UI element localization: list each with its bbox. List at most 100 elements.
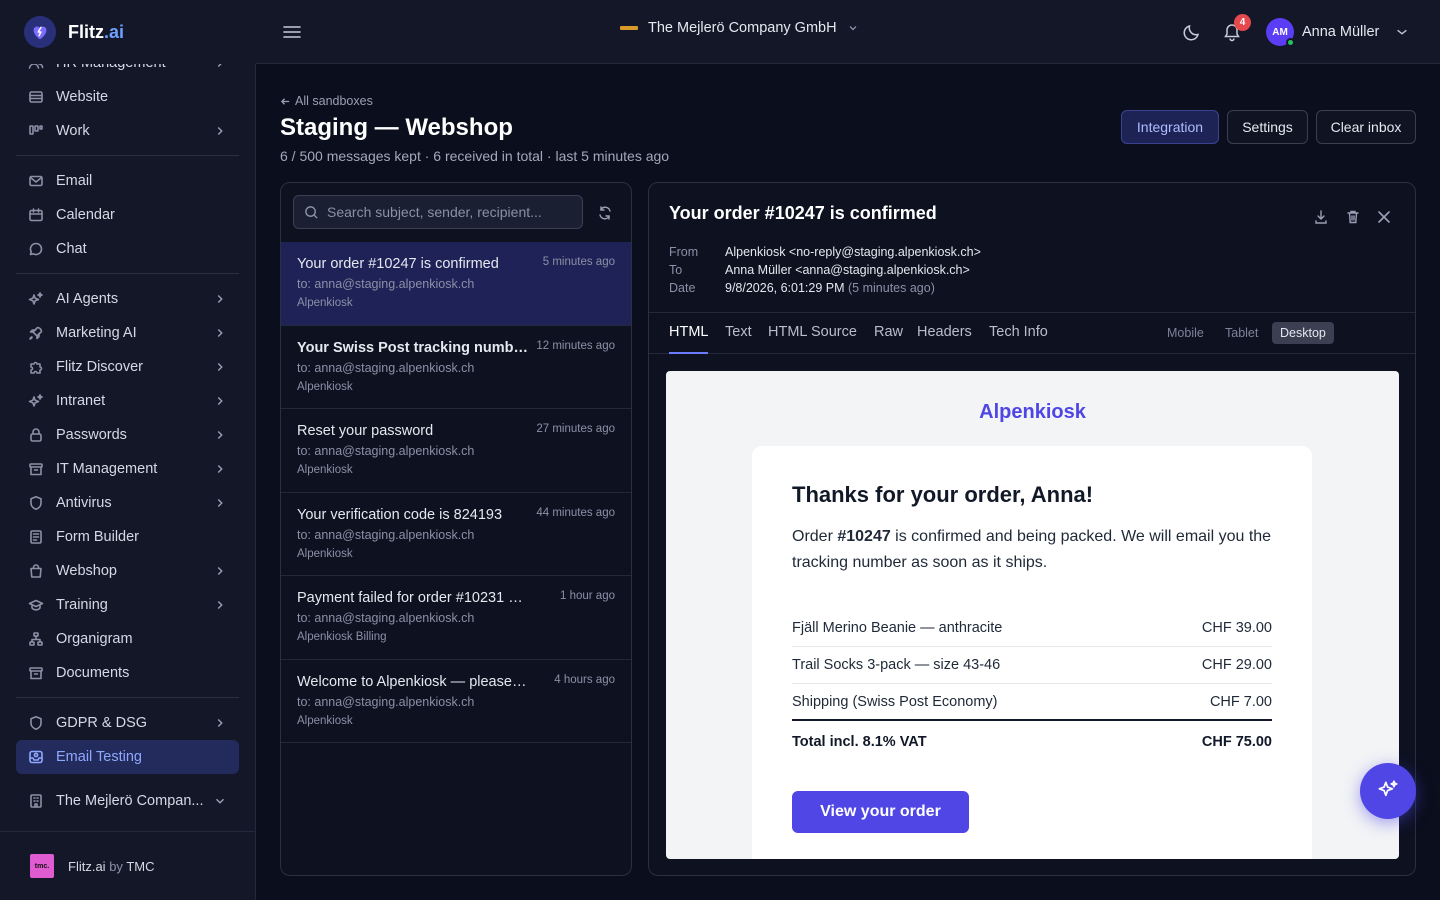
tab-html-source[interactable]: HTML Source	[768, 313, 857, 354]
order-line-item: Shipping (Swiss Post Economy) CHF 7.00	[792, 684, 1272, 721]
company-switcher-label: The Mejlerö Compan...	[56, 793, 204, 809]
lock-icon	[30, 428, 42, 442]
sparkles-icon	[28, 292, 43, 305]
preview-tabs: HTML Text HTML Source Raw Headers Tech Info Mo…	[649, 312, 1415, 354]
sidebar-item-label: GDPR & DSG	[56, 715, 148, 731]
sidebar-item-label: Form Builder	[56, 529, 139, 545]
close-preview-button[interactable]	[1376, 209, 1392, 225]
back-to-sandboxes-link[interactable]: All sandboxes	[280, 94, 373, 108]
sidebar-item-email[interactable]: Email	[16, 164, 239, 198]
sidebar-item-label: Marketing AI	[56, 325, 137, 341]
sidebar-item-intranet[interactable]: Intranet	[16, 384, 239, 418]
sidebar-item-marketing-ai[interactable]: Marketing AI	[16, 316, 239, 350]
sidebar-divider	[16, 273, 239, 274]
company-name: The Mejlerö Company GmbH	[648, 20, 837, 36]
tab-text[interactable]: Text	[725, 313, 752, 354]
mail-icon	[29, 175, 43, 187]
sidebar-item-passwords[interactable]: Passwords	[16, 418, 239, 452]
menu-toggle-button[interactable]	[282, 22, 302, 42]
sidebar-item-calendar[interactable]: Calendar	[16, 198, 239, 232]
message-subject: Your Swiss Post tracking number is ready	[297, 339, 529, 356]
message-subject: Your verification code is 824193	[297, 506, 503, 523]
download-button[interactable]	[1313, 209, 1329, 225]
sidebar-item-label: Training	[56, 597, 108, 613]
delete-button[interactable]	[1345, 209, 1361, 225]
chat-icon	[29, 242, 43, 256]
company-switcher[interactable]: The Mejlerö Compan...	[16, 784, 239, 818]
view-mode-desktop[interactable]: Desktop	[1272, 322, 1334, 344]
list-item[interactable]: Your order #10247 is confirmed 5 minutes …	[281, 242, 631, 326]
close-icon	[1378, 211, 1390, 223]
message-headers: From Alpenkiosk <no-reply@staging.alpenki…	[669, 243, 981, 297]
message-recipient: to: anna@staging.alpenkiosk.ch	[297, 277, 475, 291]
message-recipient: to: anna@staging.alpenkiosk.ch	[297, 694, 475, 709]
tab-headers[interactable]: Headers	[917, 313, 972, 354]
sidebar-item-label: Webshop	[56, 563, 117, 579]
view-mode-tablet[interactable]: Tablet	[1217, 322, 1266, 344]
avatar: AM	[1266, 18, 1295, 47]
chevron-right-icon	[217, 465, 223, 473]
sidebar-item-email-testing[interactable]: Email Testing	[16, 740, 239, 774]
email-card: Thanks for your order, Anna! Order #1024…	[752, 446, 1312, 859]
item-price: CHF 29.00	[1201, 657, 1272, 673]
search-box	[293, 195, 583, 229]
app-logo[interactable]: Flitz.ai	[0, 0, 256, 64]
clear-inbox-button[interactable]: Clear inbox	[1316, 110, 1416, 144]
integration-button[interactable]: Integration	[1121, 110, 1219, 144]
company-selector[interactable]: The Mejlerö Company GmbH	[620, 20, 859, 36]
message-sender: Alpenkiosk	[297, 547, 353, 560]
sparkles-icon	[1378, 780, 1398, 797]
user-menu[interactable]: AM Anna Müller	[1266, 18, 1409, 47]
company-logo	[620, 26, 638, 30]
sidebar-item-webshop[interactable]: Webshop	[16, 554, 239, 588]
sidebar-item-organigram[interactable]: Organigram	[16, 622, 239, 656]
view-order-button[interactable]: View your order	[792, 791, 969, 833]
email-heading: Thanks for your order, Anna!	[792, 482, 1094, 507]
refresh-button[interactable]	[597, 205, 613, 221]
sidebar-item-documents[interactable]: Documents	[16, 656, 239, 690]
search-input[interactable]	[327, 204, 567, 220]
total-label: Total incl. 8.1% VAT	[792, 734, 927, 750]
sidebar-item-form-builder[interactable]: Form Builder	[16, 520, 239, 554]
ai-assistant-button[interactable]	[1360, 763, 1416, 819]
online-status-dot	[1286, 38, 1295, 47]
message-sender: Alpenkiosk	[297, 714, 353, 727]
theme-toggle-button[interactable]	[1182, 22, 1202, 42]
settings-button[interactable]: Settings	[1227, 110, 1308, 144]
header-value: 9/8/2026, 6:01:29 PM (5 minutes ago)	[725, 281, 935, 295]
sidebar-item-label: AI Agents	[56, 291, 119, 307]
sidebar-item-chat[interactable]: Chat	[16, 232, 239, 266]
tab-raw[interactable]: Raw	[874, 313, 903, 354]
sidebar-item-flitz-discover[interactable]: Flitz Discover	[16, 350, 239, 384]
sidebar-item-website[interactable]: Website	[16, 80, 239, 114]
heart-bolt-icon	[24, 16, 56, 48]
sidebar-item-training[interactable]: Training	[16, 588, 239, 622]
tab-tech-info[interactable]: Tech Info	[989, 313, 1048, 354]
list-item[interactable]: Payment failed for order #10231 — card d…	[281, 576, 631, 660]
sidebar-item-gdpr-dsg[interactable]: GDPR & DSG	[16, 706, 239, 740]
message-sender: Alpenkiosk Billing	[297, 631, 387, 643]
list-item[interactable]: Your verification code is 824193 44 minut…	[281, 493, 631, 576]
header-key: Date	[669, 281, 696, 295]
tab-html[interactable]: HTML	[669, 313, 709, 354]
sidebar-item-antivirus[interactable]: Antivirus	[16, 486, 239, 520]
list-item[interactable]: Your Swiss Post tracking number is ready…	[281, 326, 631, 409]
message-sender: Alpenkiosk	[297, 464, 353, 476]
sidebar-item-work[interactable]: Work	[16, 114, 239, 148]
message-subject: Welcome to Alpenkiosk — please confirm y…	[297, 673, 529, 690]
kanban-icon	[29, 125, 43, 135]
sidebar-item-it-management[interactable]: IT Management	[16, 452, 239, 486]
list-item[interactable]: Reset your password 27 minutes ago to: ann…	[281, 409, 631, 493]
preview-subject: Your order #10247 is confirmed	[669, 203, 937, 223]
header-key: From	[669, 245, 699, 259]
sidebar-item-label: Antivirus	[56, 495, 112, 511]
trash-icon	[1347, 210, 1359, 224]
top-bar: The Mejlerö Company GmbH 4 AM Anna Mülle…	[256, 0, 1440, 64]
sidebar-item-ai-agents[interactable]: AI Agents	[16, 282, 239, 316]
header-key: To	[669, 263, 683, 277]
message-time: 12 minutes ago	[536, 339, 615, 352]
message-list: Your order #10247 is confirmed 5 minutes …	[281, 242, 631, 743]
list-item[interactable]: Welcome to Alpenkiosk — please confirm y…	[281, 660, 631, 743]
view-mode-mobile[interactable]: Mobile	[1159, 322, 1212, 344]
message-recipient: to: anna@staging.alpenkiosk.ch	[297, 360, 475, 375]
